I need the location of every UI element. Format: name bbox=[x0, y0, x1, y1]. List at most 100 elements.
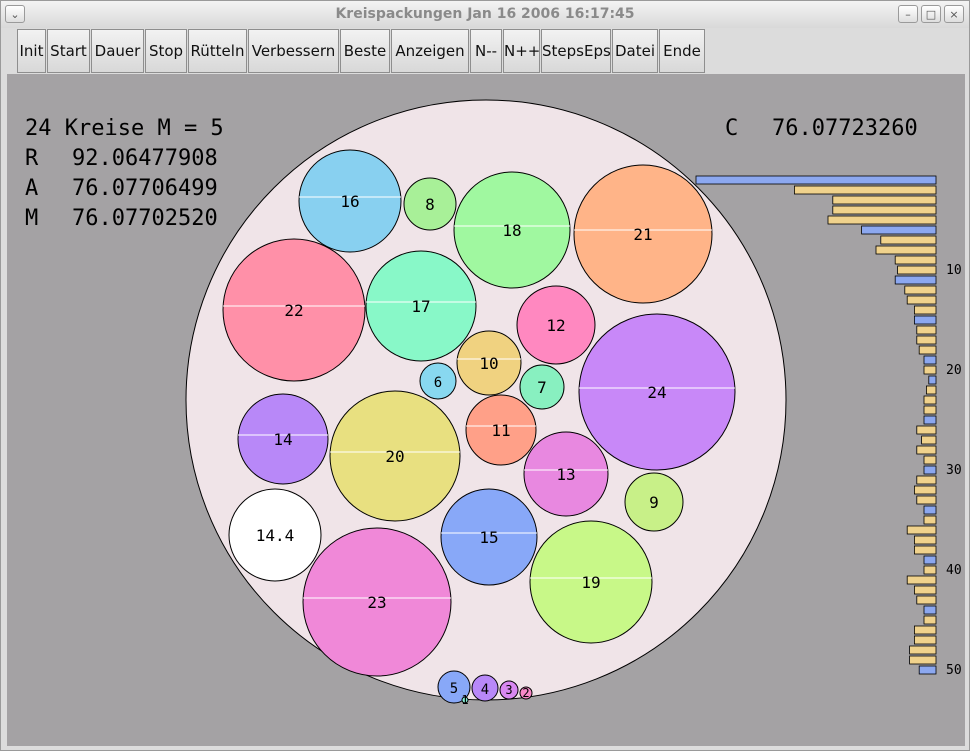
n-minus-button[interactable]: N-- bbox=[470, 29, 502, 73]
histogram-bar bbox=[914, 585, 937, 595]
circle-label: 7 bbox=[537, 378, 547, 397]
n-plus-button[interactable]: N++ bbox=[503, 29, 540, 73]
close-icon: × bbox=[949, 8, 959, 21]
circle-label: 8 bbox=[425, 195, 435, 214]
histogram-tick-label: 30 bbox=[946, 463, 962, 478]
histogram-bar bbox=[916, 445, 937, 455]
histogram-bar-marked bbox=[923, 355, 937, 365]
histogram-bar bbox=[926, 385, 937, 395]
histogram-bar bbox=[923, 615, 937, 625]
histogram-bar bbox=[794, 185, 937, 195]
histogram-bar bbox=[916, 475, 937, 485]
histogram-bar bbox=[914, 545, 937, 555]
histogram-bar bbox=[916, 325, 937, 335]
circle-label: 19 bbox=[581, 573, 600, 592]
histogram-bar-marked bbox=[923, 555, 937, 565]
minimize-icon: – bbox=[905, 8, 911, 21]
histogram-bar bbox=[921, 435, 937, 445]
anzeigen-button[interactable]: Anzeigen bbox=[391, 29, 469, 73]
histogram-bar bbox=[916, 425, 937, 435]
circle-label: 13 bbox=[556, 465, 575, 484]
circle-label: 9 bbox=[649, 493, 659, 512]
circle-label: 4 bbox=[481, 682, 489, 698]
histogram-bar bbox=[897, 265, 937, 275]
maximize-icon: □ bbox=[925, 8, 937, 21]
circle-label: 17 bbox=[411, 297, 430, 316]
histogram-bar bbox=[909, 645, 937, 655]
stats-a-label: A bbox=[25, 176, 38, 201]
circle-label: 24 bbox=[647, 383, 666, 402]
histogram-tick-label: 10 bbox=[946, 263, 962, 278]
circle-label: 2 bbox=[522, 686, 529, 700]
histogram-bar bbox=[906, 575, 937, 585]
histogram-tick-label: 40 bbox=[946, 563, 962, 578]
beste-button[interactable]: Beste bbox=[340, 29, 390, 73]
stats-a-value: 76.07706499 bbox=[72, 176, 218, 201]
circle-label: 11 bbox=[491, 421, 510, 440]
window-title: Kreispackungen Jan 16 2006 16:17:45 bbox=[335, 6, 635, 22]
drawing-canvas[interactable]: 24 Kreise M = 5 R 92.06477908 A 76.07706… bbox=[7, 74, 965, 746]
ende-button[interactable]: Ende bbox=[659, 29, 705, 73]
histogram-bar bbox=[906, 295, 937, 305]
stats-r-label: R bbox=[25, 146, 39, 171]
circle-label: 6 bbox=[434, 375, 442, 391]
circle-label: 18 bbox=[502, 221, 521, 240]
histogram-bar bbox=[923, 455, 937, 465]
minimize-button[interactable]: – bbox=[898, 5, 918, 23]
histogram-bar bbox=[875, 245, 937, 255]
histogram-bar-marked bbox=[695, 175, 937, 185]
stats-c-label: C bbox=[725, 116, 738, 141]
histogram-bar bbox=[914, 635, 937, 645]
circle-label: 16 bbox=[340, 192, 359, 211]
circle-label: 21 bbox=[633, 225, 652, 244]
histogram-bar-marked bbox=[923, 605, 937, 615]
histogram-tick-label: 50 bbox=[946, 663, 962, 678]
histogram-bar bbox=[827, 215, 937, 225]
app-window: ⌄ Kreispackungen Jan 16 2006 16:17:45 – … bbox=[0, 0, 970, 751]
stepseps-button[interactable]: StepsEps bbox=[541, 29, 611, 73]
histogram-bar bbox=[880, 235, 937, 245]
circle-label: 22 bbox=[284, 301, 303, 320]
histogram-bar bbox=[923, 405, 937, 415]
circle-label: 14.4 bbox=[256, 526, 295, 545]
stats-m-value: 76.07702520 bbox=[72, 206, 218, 231]
circle-label: 12 bbox=[546, 316, 565, 335]
circle-label: 3 bbox=[505, 683, 512, 697]
circle-label: 14 bbox=[273, 430, 292, 449]
histogram-bar bbox=[914, 305, 937, 315]
histogram-bar-marked bbox=[928, 375, 937, 385]
start-button[interactable]: Start bbox=[47, 29, 90, 73]
ruetteln-button[interactable]: Rütteln bbox=[188, 29, 247, 73]
histogram-bar-marked bbox=[861, 225, 937, 235]
stats-m-label: M bbox=[25, 206, 38, 231]
histogram-bar bbox=[923, 395, 937, 405]
close-button[interactable]: × bbox=[944, 5, 964, 23]
init-button[interactable]: Init bbox=[17, 29, 46, 73]
histogram-bar bbox=[914, 535, 937, 545]
histogram-bar bbox=[904, 285, 937, 295]
histogram-bar bbox=[914, 625, 937, 635]
circle-label: 23 bbox=[367, 593, 386, 612]
histogram-bar-marked bbox=[894, 275, 937, 285]
dauer-button[interactable]: Dauer bbox=[91, 29, 144, 73]
circle-label: 10 bbox=[479, 354, 498, 373]
packing-scene: 24 Kreise M = 5 R 92.06477908 A 76.07706… bbox=[25, 99, 962, 707]
stats-r-value: 92.06477908 bbox=[72, 146, 218, 171]
datei-button[interactable]: Datei bbox=[612, 29, 658, 73]
histogram-bar bbox=[832, 205, 937, 215]
title-bar[interactable]: ⌄ Kreispackungen Jan 16 2006 16:17:45 – … bbox=[1, 1, 969, 29]
circle-label: 20 bbox=[385, 447, 404, 466]
histogram-bar-marked bbox=[923, 465, 937, 475]
stats-count-line: 24 Kreise M = 5 bbox=[25, 116, 224, 141]
histogram-bar bbox=[918, 345, 937, 355]
circle-label: 15 bbox=[479, 528, 498, 547]
histogram-bar bbox=[906, 525, 937, 535]
toolbar: Init Start Dauer Stop Rütteln Verbessern… bbox=[1, 28, 969, 74]
histogram-bar bbox=[832, 195, 937, 205]
histogram-bar-marked bbox=[918, 665, 937, 675]
stop-button[interactable]: Stop bbox=[145, 29, 187, 73]
verbessern-button[interactable]: Verbessern bbox=[248, 29, 339, 73]
histogram-bar bbox=[923, 515, 937, 525]
histogram-tick-label: 20 bbox=[946, 363, 962, 378]
maximize-button[interactable]: □ bbox=[921, 5, 941, 23]
